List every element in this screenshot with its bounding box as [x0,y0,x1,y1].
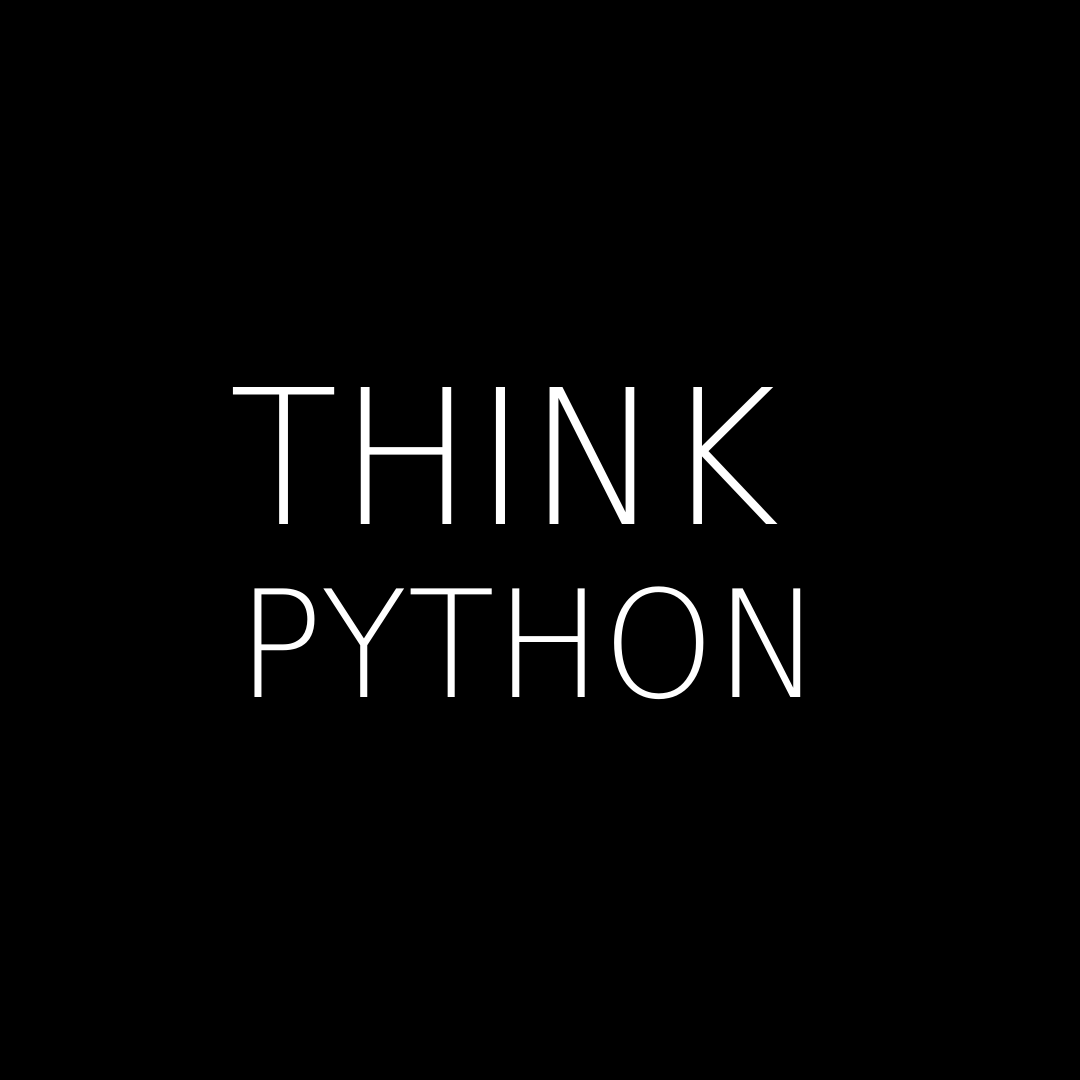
title-line-think: THINK [229,350,781,569]
title-line-python: PYTHON [237,560,823,733]
title-card: THINK PYTHON [0,0,1080,1080]
